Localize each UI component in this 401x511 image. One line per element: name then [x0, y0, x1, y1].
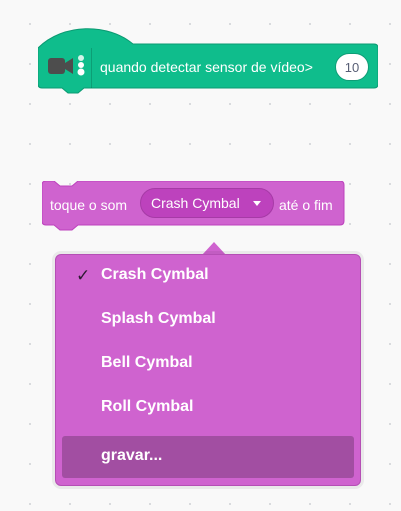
menu-item-label: Roll Cymbal: [101, 398, 194, 415]
menu-item-splash-cymbal[interactable]: Splash Cymbal: [62, 299, 354, 341]
hat-block-label: quando detectar sensor de vídeo>: [100, 59, 313, 75]
menu-item-label: Bell Cymbal: [101, 354, 193, 371]
sound-block-prefix: toque o som: [50, 197, 128, 213]
sensor-threshold-input[interactable]: 10: [335, 53, 369, 81]
chevron-down-icon: [253, 201, 261, 206]
video-sensing-icon: [48, 55, 85, 76]
menu-item-label: Crash Cymbal: [101, 266, 209, 283]
menu-item-label: gravar...: [101, 447, 163, 464]
check-icon: ✓: [76, 266, 91, 286]
sound-block-suffix: até o fim: [279, 197, 333, 213]
play-sound-until-done-block[interactable]: toque o som Crash Cymbal até o fim: [42, 181, 346, 233]
menu-item-label: Splash Cymbal: [101, 310, 216, 327]
hat-block-separator: [91, 48, 92, 88]
sound-dropdown-menu: ✓ Crash Cymbal Splash Cymbal Bell Cymbal…: [55, 254, 361, 486]
sound-select-dropdown[interactable]: Crash Cymbal: [140, 188, 274, 218]
menu-item-record[interactable]: gravar...: [62, 436, 354, 478]
menu-item-crash-cymbal[interactable]: ✓ Crash Cymbal: [62, 255, 354, 297]
menu-item-bell-cymbal[interactable]: Bell Cymbal: [62, 343, 354, 385]
video-motion-hat-block[interactable]: quando detectar sensor de vídeo> 10: [38, 26, 378, 104]
sound-select-value: Crash Cymbal: [151, 195, 240, 211]
menu-item-roll-cymbal[interactable]: Roll Cymbal: [62, 387, 354, 429]
